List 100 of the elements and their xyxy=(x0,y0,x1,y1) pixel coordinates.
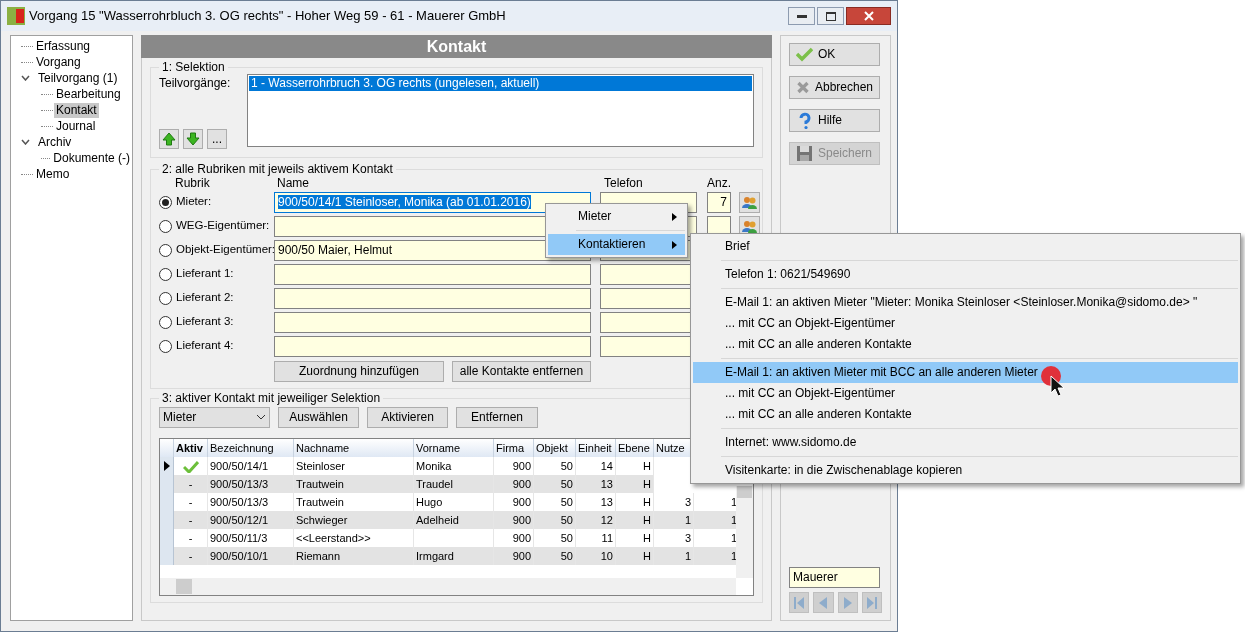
field-label: Lieferant 1: xyxy=(176,266,234,282)
table-cell: Irmgard xyxy=(416,550,454,562)
menu-item[interactable]: Internet: www.sidomo.de xyxy=(693,432,1238,453)
table-cell: H xyxy=(643,496,651,508)
table-cell: Monika xyxy=(416,460,452,472)
column-header[interactable]: Bezeichnung xyxy=(208,439,294,457)
column-header[interactable]: Vorname xyxy=(414,439,494,457)
table-cell: <<Leerstand>> xyxy=(296,532,371,544)
field-label: Objekt-Eigentümer: xyxy=(176,242,276,258)
table-cell: 11 xyxy=(601,532,613,544)
category-dropdown[interactable]: Mieter xyxy=(159,406,270,428)
table-cell: Steinloser xyxy=(296,460,345,472)
table-cell: 900 xyxy=(512,478,531,490)
menu-item[interactable]: ... mit CC an alle anderen Kontakte xyxy=(693,334,1238,355)
table-cell: - xyxy=(188,478,193,490)
table-cell: 900/50/10/1 xyxy=(210,550,269,562)
menu-item[interactable]: ... mit CC an alle anderen Kontakte xyxy=(693,404,1238,425)
table-cell: H xyxy=(643,550,651,562)
section-header: Kontakt xyxy=(141,35,772,58)
tree-item[interactable]: Archiv xyxy=(36,134,74,150)
column-header[interactable]: Einheit xyxy=(576,439,616,457)
tree-item[interactable]: Vorgang xyxy=(34,54,83,70)
more-button[interactable]: ... xyxy=(207,129,227,149)
table-cell: 3 xyxy=(684,532,691,544)
table-cell: 1 xyxy=(730,496,737,508)
table-cell: 900 xyxy=(512,496,531,508)
table-cell: 14 xyxy=(600,460,613,472)
table-cell: 50 xyxy=(560,550,573,562)
table-cell: H xyxy=(643,514,651,526)
column-header[interactable]: Objekt xyxy=(534,439,576,457)
table-cell: 50 xyxy=(560,532,573,544)
menu-item[interactable]: Kontaktieren xyxy=(548,234,685,255)
table-cell: Adelheid xyxy=(416,514,459,526)
table-row[interactable]: - 900/50/13/3 Trautwein Traudel 900 50 13 H xyxy=(160,475,654,493)
table-cell: 12 xyxy=(600,514,613,526)
count-field[interactable]: 7 xyxy=(707,191,731,213)
table-cell: 1 xyxy=(730,532,737,544)
tree-item[interactable]: Dokumente (-) xyxy=(51,150,132,166)
activate-button[interactable]: Aktivieren xyxy=(367,406,448,428)
field-label: Teilvorgänge: xyxy=(159,75,232,92)
table-cell: 900 xyxy=(512,532,531,544)
column-label: Telefon xyxy=(603,176,644,190)
table-cell: Trautwein xyxy=(296,478,344,490)
menu-item[interactable]: Brief xyxy=(693,236,1238,257)
table-cell: Traudel xyxy=(416,478,453,490)
table-cell: Schwieger xyxy=(296,514,348,526)
table-cell: 50 xyxy=(560,514,573,526)
column-label: Anz. xyxy=(707,176,731,190)
table-cell: 10 xyxy=(600,550,613,562)
column-label: Name xyxy=(276,176,310,190)
column-header[interactable]: Ebene xyxy=(616,439,654,457)
table-cell: 50 xyxy=(560,460,573,472)
menu-item[interactable]: Visitenkarte: in die Zwischenablage kopieren xyxy=(693,460,1238,481)
table-cell: 3 xyxy=(684,496,691,508)
field-label: Lieferant 3: xyxy=(176,314,234,330)
table-cell: 1 xyxy=(730,514,737,526)
table-cell: 900/50/14/1 xyxy=(210,460,269,472)
table-cell: 900 xyxy=(512,550,531,562)
table-cell: 50 xyxy=(560,496,573,508)
table-cell: 900/50/12/1 xyxy=(210,514,269,526)
table-cell: - xyxy=(188,514,193,526)
menu-item[interactable]: E-Mail 1: an aktiven Mieter mit BCC an alle anderen Mieter xyxy=(693,362,1238,383)
field-label: Mieter: xyxy=(176,194,212,210)
list-box[interactable]: 1 - Wasserrohrbruch 3. OG rechts (ungelesen, aktuell) xyxy=(247,74,754,147)
group-label: 1: Selektion xyxy=(161,60,226,74)
tree-item[interactable]: Bearbeitung xyxy=(54,86,123,102)
tree-item[interactable]: Journal xyxy=(54,118,98,134)
table-cell: 900/50/11/3 xyxy=(210,532,268,544)
group-label: 2: alle Rubriken mit jeweils aktivem Kontakt xyxy=(161,162,394,176)
cancel-button[interactable]: Abbrechen xyxy=(789,76,880,99)
ok-button[interactable]: OK xyxy=(789,43,880,66)
table-cell: - xyxy=(188,496,193,508)
table-cell: 50 xyxy=(560,478,573,490)
menu-item[interactable]: E-Mail 1: an aktiven Mieter "Mieter: Monika Steinloser <Steinloser.Monika@sidomo.de> " xyxy=(693,292,1238,313)
remove-button[interactable]: Entfernen xyxy=(456,406,538,428)
table-cell: 13 xyxy=(600,496,613,508)
column-header[interactable]: Firma xyxy=(494,439,534,457)
menu-item[interactable]: Telefon 1: 0621/549690 xyxy=(693,264,1238,285)
remove-contacts-button[interactable]: alle Kontakte entfernen xyxy=(452,361,591,382)
group-label: 3: aktiver Kontakt mit jeweiliger Selektion xyxy=(161,391,382,405)
owner-field[interactable]: Mauerer xyxy=(789,567,880,588)
menu-item[interactable]: ... mit CC an Objekt-Eigentümer xyxy=(693,383,1238,404)
tree-item[interactable]: Kontakt xyxy=(54,102,99,118)
table-cell: H xyxy=(643,478,651,490)
help-button[interactable]: Hilfe xyxy=(789,109,880,132)
add-assignment-button[interactable]: Zuordnung hinzufügen xyxy=(274,361,444,382)
table-cell: 900 xyxy=(512,460,531,472)
column-header[interactable]: Nachname xyxy=(294,439,414,457)
list-item[interactable]: 1 - Wasserrohrbruch 3. OG rechts (ungelesen, aktuell) xyxy=(249,76,752,91)
field-label: Lieferant 4: xyxy=(176,338,234,354)
tree-item[interactable]: Memo xyxy=(34,166,72,182)
select-button[interactable]: Auswählen xyxy=(278,406,359,428)
menu-item[interactable]: ... mit CC an Objekt-Eigentümer xyxy=(693,313,1238,334)
table-cell: 1 xyxy=(684,514,691,526)
tree-item[interactable]: Teilvorgang (1) xyxy=(36,70,120,86)
tree-item[interactable]: Erfassung xyxy=(34,38,93,54)
table-cell: 900/50/13/3 xyxy=(210,496,269,508)
table-cell: 900/50/13/3 xyxy=(210,478,269,490)
column-header[interactable]: Aktiv xyxy=(174,439,208,457)
window-title: Vorgang 15 "Wasserrohrbluch 3. OG rechts" - Hoher Weg 59 - 61 - Mauerer GmbH xyxy=(29,7,506,26)
